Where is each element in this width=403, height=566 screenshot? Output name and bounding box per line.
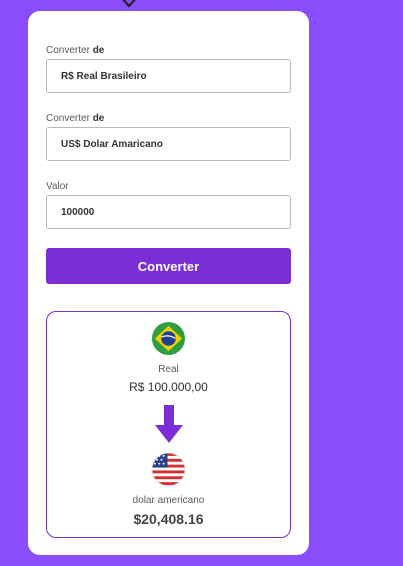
to-currency-select[interactable]: US$ Dolar Amaricano [46,127,291,161]
source-currency-name: Real [158,364,179,375]
usa-flag-icon [151,452,186,487]
converter-card: Converter de R$ Real Brasileiro Converte… [28,11,309,555]
from-currency-field: Converter de R$ Real Brasileiro [46,44,291,93]
amount-label: Valor [46,181,69,192]
target-amount: $20,408.16 [133,511,204,527]
source-amount: R$ 100.000,00 [129,380,208,394]
amount-field: Valor 100000 [46,180,291,229]
amount-input[interactable]: 100000 [46,195,291,229]
result-panel: Real R$ 100.000,00 dolar americano $20,4… [46,311,291,538]
arrow-down-icon [155,405,183,443]
to-currency-label: Converter de [46,113,105,124]
brazil-flag-icon [151,321,186,356]
target-currency-name: dolar americano [132,495,205,506]
to-currency-field: Converter de US$ Dolar Amaricano [46,112,291,161]
chevron-down-icon [122,0,136,8]
from-currency-select[interactable]: R$ Real Brasileiro [46,59,291,93]
convert-button[interactable]: Converter [46,248,291,284]
from-currency-label: Converter de [46,45,105,56]
